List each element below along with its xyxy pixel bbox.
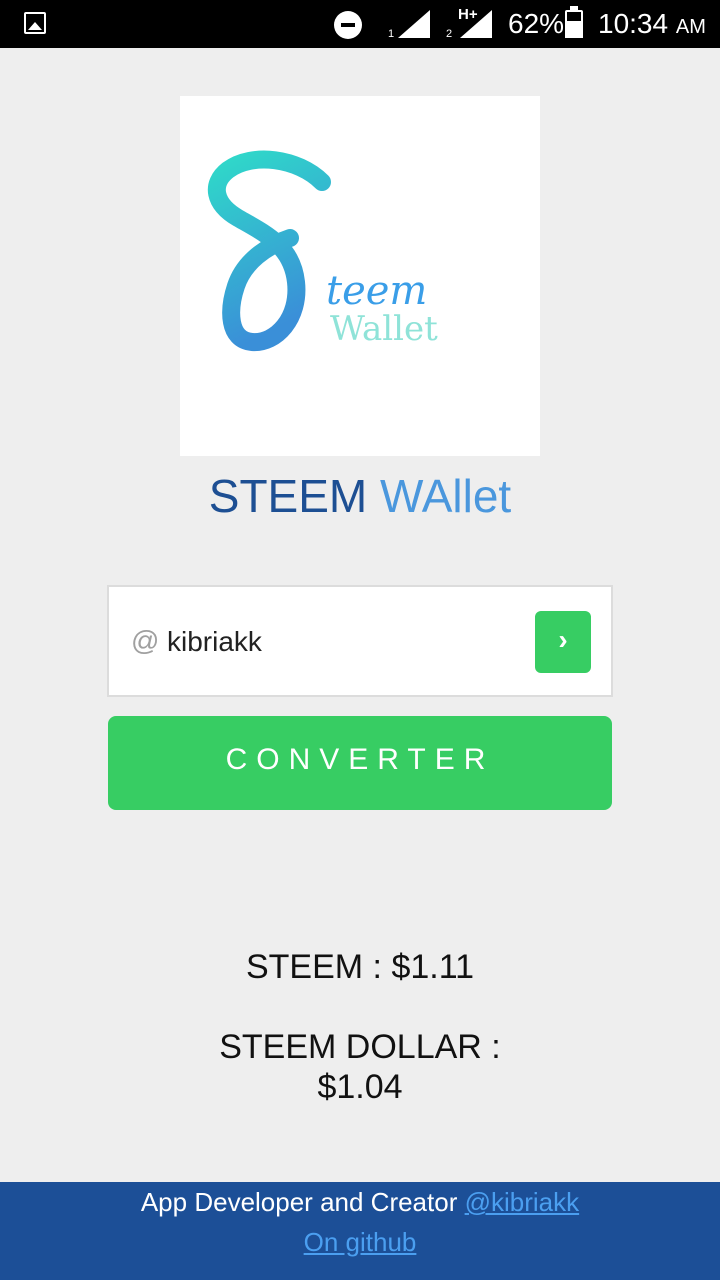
- author-link[interactable]: @kibriakk: [465, 1187, 580, 1217]
- at-prefix: @: [131, 625, 160, 656]
- logo-s-mark: [207, 150, 331, 352]
- signal-icon: [398, 10, 430, 38]
- footer: App Developer and Creator @kibriakk On g…: [0, 1182, 720, 1280]
- gallery-icon: [24, 12, 46, 34]
- do-not-disturb-icon: [334, 11, 362, 39]
- logo-text-top: teem: [326, 268, 427, 314]
- converter-button[interactable]: CONVERTER: [108, 716, 612, 810]
- footer-text: App Developer and Creator: [140, 1187, 458, 1217]
- battery-percent: 62%: [508, 8, 565, 39]
- chevron-right-icon: ›: [558, 624, 568, 655]
- go-button[interactable]: ›: [535, 611, 591, 673]
- footer-credit: App Developer and Creator @kibriakk: [0, 1184, 720, 1220]
- app-logo: teem Wallet: [180, 96, 540, 456]
- footer-github: On github: [0, 1224, 720, 1260]
- sim2-label: 2: [446, 28, 453, 40]
- app-title-part1: STEEM: [208, 470, 368, 522]
- status-bar: 1 2 H+ 62% 10:34 AM: [0, 0, 720, 48]
- logo-graphic: teem Wallet: [207, 150, 438, 352]
- sbd-price-label: STEEM DOLLAR :: [219, 1028, 501, 1066]
- app-title-part2: WAllet: [380, 470, 512, 522]
- battery-icon: [565, 6, 583, 38]
- app-screen: 1 2 H+ 62% 10:34 AM teem Wallet STEEM WA…: [0, 0, 720, 1280]
- clock-ampm: AM: [675, 16, 706, 38]
- steem-price: STEEM : $1.11: [245, 948, 475, 986]
- clock-time: 10:34: [598, 8, 669, 39]
- app-title: STEEM WAllet: [0, 468, 720, 524]
- github-link[interactable]: On github: [304, 1227, 417, 1257]
- sim1-label: 1: [388, 28, 395, 40]
- battery-fill: [567, 21, 581, 36]
- clock: 10:34 AM: [598, 8, 706, 40]
- signal-icon: [460, 10, 492, 38]
- username-input[interactable]: [165, 617, 529, 667]
- username-field: @ ›: [107, 585, 613, 697]
- sbd-price-value: $1.04: [317, 1068, 403, 1106]
- logo-text-bottom: Wallet: [330, 309, 438, 349]
